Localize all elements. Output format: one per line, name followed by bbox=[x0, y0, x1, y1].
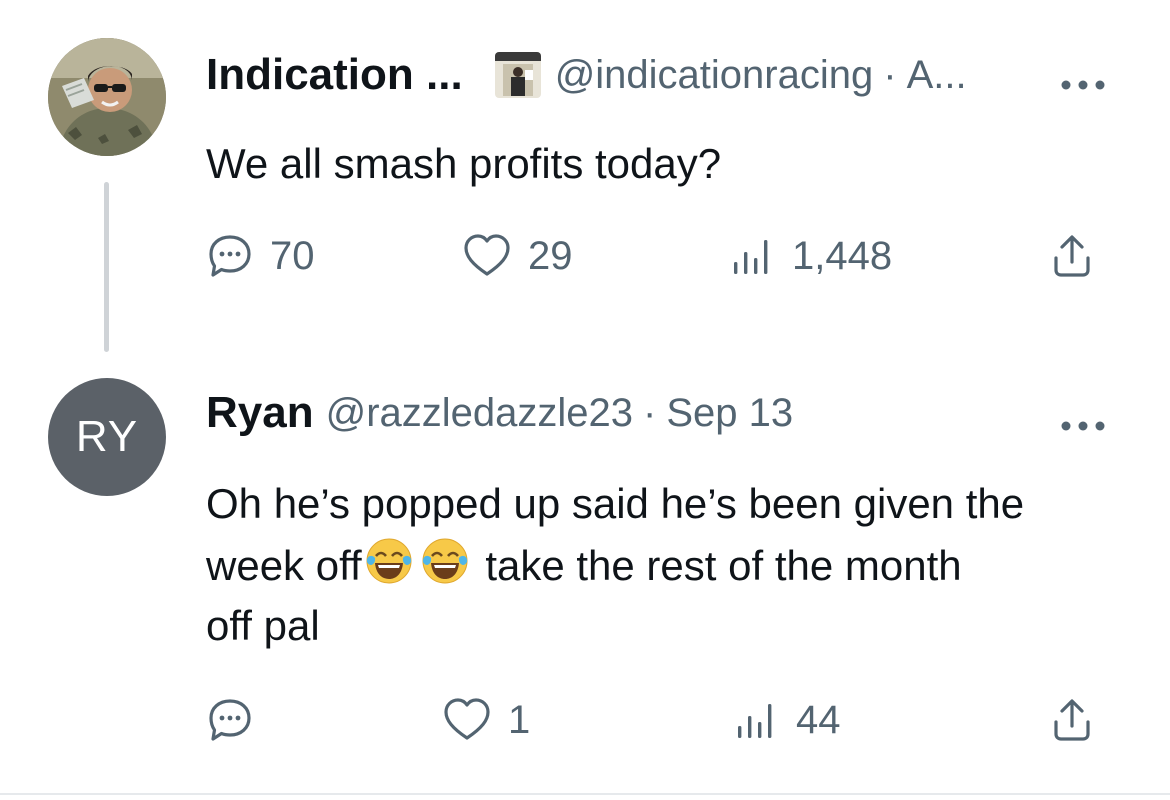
author-avatar[interactable] bbox=[48, 38, 166, 156]
tweet-time[interactable]: A... bbox=[907, 53, 967, 98]
replier-handle[interactable]: @razzledazzle23 bbox=[326, 391, 633, 436]
author-name[interactable]: Indication ... bbox=[206, 50, 463, 100]
reply-text-segment: week off bbox=[206, 542, 362, 589]
heart-icon bbox=[462, 232, 512, 280]
reply-text: Oh he’s popped up said he’s been given t… bbox=[206, 474, 1136, 656]
tears-of-joy-emoji-icon bbox=[418, 534, 472, 588]
reply-header: Ryan @razzledazzle23 · Sep 13 bbox=[206, 382, 793, 444]
like-count: 1 bbox=[508, 697, 531, 742]
share-icon bbox=[1048, 232, 1096, 280]
reply-icon bbox=[206, 696, 254, 744]
views-chart-icon bbox=[728, 232, 776, 280]
reply-actions: 1 44 bbox=[206, 696, 1106, 746]
views-chart-icon bbox=[732, 696, 780, 744]
share-button[interactable] bbox=[1048, 232, 1096, 280]
tweet-header: Indication ... @indicationracing · A... bbox=[206, 44, 967, 106]
reply-button[interactable] bbox=[206, 696, 270, 744]
reply-icon bbox=[206, 232, 254, 280]
like-count: 29 bbox=[528, 233, 573, 278]
reply-time[interactable]: Sep 13 bbox=[666, 391, 793, 436]
author-handle[interactable]: @indicationracing bbox=[555, 53, 874, 98]
reply-button[interactable]: 70 bbox=[206, 232, 315, 280]
tweet-original[interactable]: Indication ... @indicationracing · A... … bbox=[0, 0, 1170, 370]
views-count: 44 bbox=[796, 697, 841, 742]
replier-name[interactable]: Ryan bbox=[206, 388, 314, 438]
tears-of-joy-emoji-icon bbox=[362, 534, 416, 588]
avatar-photo-icon bbox=[48, 38, 166, 156]
views-button[interactable]: 44 bbox=[732, 696, 841, 744]
divider bbox=[0, 793, 1170, 795]
reply-text-segment: take the rest of the month bbox=[473, 542, 962, 589]
reply-count: 70 bbox=[270, 233, 315, 278]
more-icon[interactable] bbox=[1060, 56, 1106, 101]
like-button[interactable]: 29 bbox=[462, 232, 573, 280]
affiliate-badge-icon[interactable] bbox=[494, 52, 541, 98]
reply-text-line: off pal bbox=[206, 602, 320, 649]
separator-dot: · bbox=[883, 52, 897, 97]
views-button[interactable]: 1,448 bbox=[728, 232, 892, 280]
like-button[interactable]: 1 bbox=[442, 696, 530, 744]
views-count: 1,448 bbox=[792, 233, 893, 278]
more-icon[interactable] bbox=[1060, 397, 1106, 442]
separator-dot: · bbox=[643, 390, 657, 435]
thread-line bbox=[104, 182, 109, 352]
reply-text-line: week off take the rest of the month bbox=[206, 534, 1136, 596]
share-icon bbox=[1048, 696, 1096, 744]
replier-avatar[interactable]: RY bbox=[48, 378, 166, 496]
tweet-actions: 70 29 1,448 bbox=[206, 232, 1106, 282]
tweet-text: We all smash profits today? bbox=[206, 140, 722, 187]
share-button[interactable] bbox=[1048, 696, 1096, 744]
reply-text-line: Oh he’s popped up said he’s been given t… bbox=[206, 480, 1025, 527]
heart-icon bbox=[442, 696, 492, 744]
